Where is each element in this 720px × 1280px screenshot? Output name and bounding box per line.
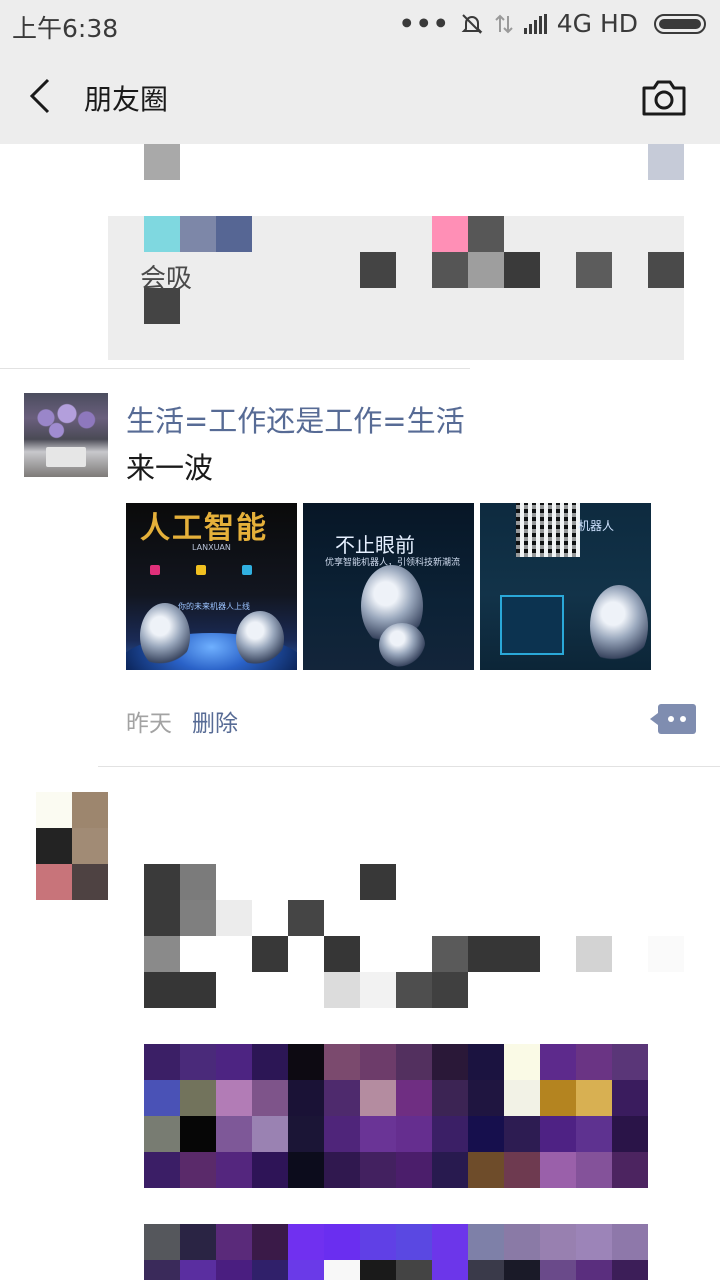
avatar-mosaic[interactable] — [36, 792, 108, 900]
partial-text: 会吸 — [140, 264, 193, 294]
screen-panel — [500, 595, 564, 655]
pixel-block — [144, 216, 180, 252]
pixel-block — [468, 216, 504, 252]
delete-link[interactable]: 删除 — [192, 704, 238, 738]
post-time: 昨天 — [126, 711, 172, 737]
status-bar: 上午6:38 ••• 4G HD — [0, 0, 720, 50]
robot-figure — [140, 603, 190, 669]
post-author-name[interactable]: 生活=工作还是工作=生活 — [126, 398, 465, 440]
pixel-block — [216, 216, 252, 252]
status-dots: ••• — [398, 9, 450, 38]
pixel-block — [360, 252, 396, 288]
network-label: 4G HD — [556, 9, 638, 38]
pixel-block — [468, 252, 504, 288]
post-image-2[interactable]: 不止眼前 优享智能机器人，引领科技新潮流 — [303, 503, 474, 670]
robot-hand — [379, 623, 425, 667]
qr-code — [516, 503, 580, 557]
page-title: 朋友圈 — [84, 83, 169, 116]
post-avatar[interactable] — [24, 393, 108, 477]
post-text: 来一波 — [126, 451, 214, 485]
pixel-block — [144, 144, 180, 180]
previous-post: 会吸 — [0, 144, 720, 368]
next-post — [0, 792, 720, 1280]
battery-icon — [654, 13, 706, 34]
post-image-1[interactable]: 人工智能 LANXUAN 你的未来机器人上线 — [126, 503, 297, 670]
hex-dot — [242, 565, 252, 575]
signal-icon — [523, 13, 547, 34]
pixel-block — [576, 252, 612, 288]
hex-dot — [196, 565, 206, 575]
pixel-block — [432, 252, 468, 288]
robot-figure — [590, 585, 648, 667]
pixel-block — [504, 252, 540, 288]
comment-more-icon[interactable] — [650, 704, 696, 734]
image-subtitle: LANXUAN — [192, 543, 231, 552]
pixel-block — [432, 216, 468, 252]
post-image-3[interactable]: 机器人 — [480, 503, 651, 670]
pixel-block — [648, 252, 684, 288]
divider — [0, 368, 470, 369]
status-icons: ••• 4G HD — [399, 9, 706, 38]
nav-bar: 朋友圈 — [0, 50, 720, 144]
text-mosaic — [144, 864, 684, 1008]
image-title: 人工智能 — [140, 511, 268, 546]
status-time: 上午6:38 — [12, 14, 119, 43]
avatar-pot — [46, 447, 86, 467]
image-title: 不止眼前 — [335, 533, 415, 557]
pixel-block — [648, 144, 684, 180]
back-arrow-icon[interactable] — [22, 76, 62, 116]
hex-dot — [150, 565, 160, 575]
divider — [98, 766, 720, 767]
avatar-flowers — [32, 401, 102, 443]
image-title: 机器人 — [578, 519, 615, 533]
image-mosaic[interactable] — [144, 1224, 648, 1280]
image-mosaic[interactable] — [144, 1044, 648, 1188]
bell-muted-icon — [461, 13, 483, 34]
robot-figure — [236, 611, 284, 667]
image-caption: 你的未来机器人上线 — [178, 602, 250, 611]
camera-icon[interactable] — [640, 78, 688, 118]
data-arrows-icon — [495, 14, 513, 33]
pixel-block — [180, 216, 216, 252]
